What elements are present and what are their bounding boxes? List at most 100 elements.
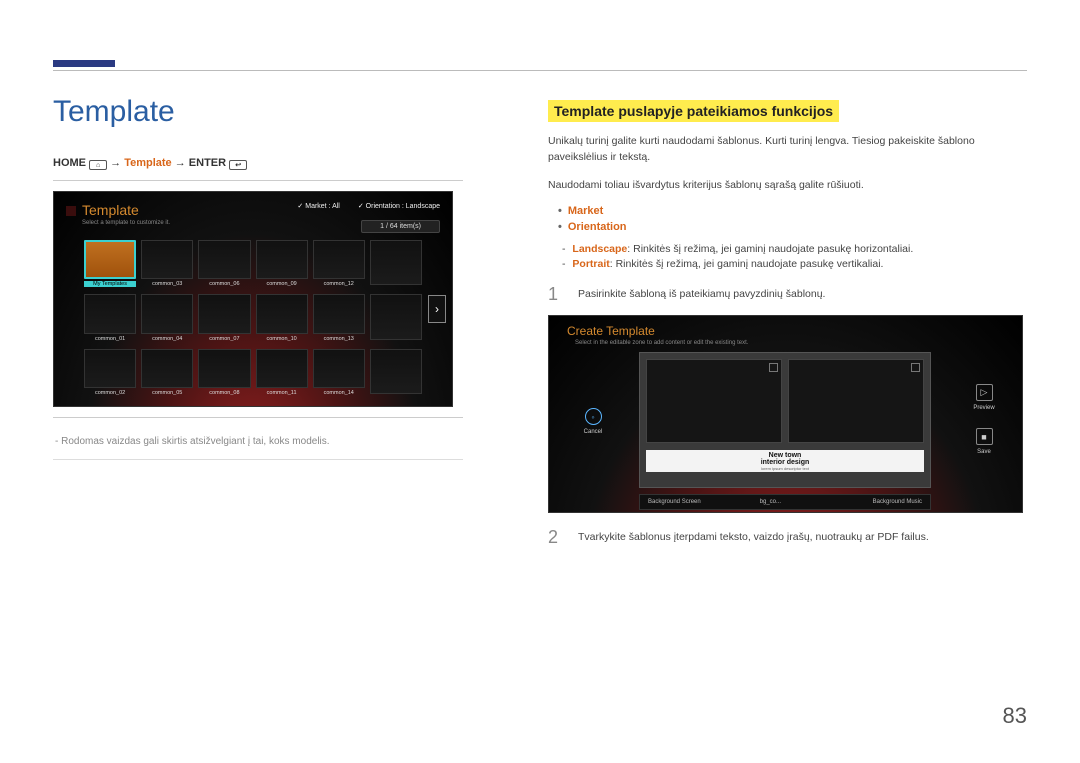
right-column: Template puslapyje pateikiamos funkcijos… [548, 100, 1027, 548]
template-cell[interactable]: common_06 [198, 240, 250, 287]
template-cell[interactable]: common_11 [256, 349, 308, 396]
cancel-icon: ◦ [585, 408, 602, 425]
template-label: common_04 [141, 336, 193, 342]
page-number: 83 [1003, 703, 1027, 729]
screenshot-template-grid: Template Select a template to customize … [53, 191, 453, 407]
filter-orientation[interactable]: Orientation : Landscape [358, 202, 440, 210]
next-arrow-button[interactable]: › [428, 295, 446, 323]
template-cell[interactable]: common_08 [198, 349, 250, 396]
screenshot-create-template: Create Template Select in the editable z… [548, 315, 1023, 513]
template-cell[interactable]: common_13 [313, 294, 365, 341]
zone-icon [911, 363, 920, 372]
nav-top-rule [53, 180, 463, 181]
template-thumb [313, 240, 365, 279]
template-cell[interactable]: common_07 [198, 294, 250, 341]
template-thumb [370, 240, 422, 285]
template-cell[interactable]: common_05 [141, 349, 193, 396]
nav-enter-label: ENTER [189, 157, 226, 169]
preview-label: Preview [973, 405, 994, 411]
cancel-button[interactable]: ◦ Cancel [573, 408, 613, 435]
shot2-title: Create Template [567, 324, 655, 338]
landscape-label: Landscape [572, 243, 627, 255]
landscape-text: : Rinkitės šį režimą, jei gaminį naudoja… [627, 243, 913, 255]
nav-arrow: → [110, 157, 121, 169]
bullet-orientation: Orientation [558, 221, 1027, 233]
template-thumb [198, 294, 250, 333]
template-cell[interactable]: common_04 [141, 294, 193, 341]
portrait-label: Portrait [572, 258, 609, 270]
template-thumb [198, 240, 250, 279]
filter-market[interactable]: Market : All [297, 202, 339, 210]
template-thumb [141, 240, 193, 279]
bg-music-label[interactable]: Background Music [797, 495, 930, 509]
template-label: common_11 [256, 390, 308, 396]
template-label: common_05 [141, 390, 193, 396]
nav-template: Template [124, 157, 171, 169]
shot1-filters: Market : All Orientation : Landscape [297, 202, 440, 210]
header-divider [53, 70, 1027, 71]
intro-paragraph: Unikalų turinį galite kurti naudodami ša… [548, 134, 1027, 166]
nav-arrow: → [175, 157, 186, 169]
template-canvas[interactable]: New town interior design lorem ipsum des… [639, 352, 931, 488]
step-2-number: 2 [548, 527, 562, 548]
template-grid: My Templatescommon_03common_06common_09c… [84, 240, 422, 396]
cancel-label: Cancel [584, 429, 603, 435]
template-cell[interactable]: common_03 [141, 240, 193, 287]
step-1-text: Pasirinkite šabloną iš pateikiamų pavyzd… [578, 284, 825, 305]
template-label: common_12 [313, 281, 365, 287]
footnote: Rodomas vaizdas gali skirtis atsižvelgia… [53, 436, 463, 447]
template-thumb [256, 294, 308, 333]
sub-portrait: Portrait: Rinkitės šį režimą, jei gaminį… [574, 258, 1027, 270]
template-thumb [370, 294, 422, 339]
template-thumb [313, 294, 365, 333]
template-thumb [141, 294, 193, 333]
template-cell[interactable]: common_09 [256, 240, 308, 287]
nav-home-label: HOME [53, 157, 86, 169]
template-thumb [256, 349, 308, 388]
template-cell[interactable]: common_10 [256, 294, 308, 341]
preview-icon: ▷ [976, 384, 993, 401]
template-label: common_02 [84, 390, 136, 396]
template-label: My Templates [84, 281, 136, 287]
image-zone-left[interactable] [646, 359, 782, 443]
template-label: common_09 [256, 281, 308, 287]
criteria-list: Market Orientation [558, 205, 1027, 233]
image-zone-right[interactable] [788, 359, 924, 443]
template-cell[interactable]: common_12 [313, 240, 365, 287]
template-label: common_07 [198, 336, 250, 342]
template-cell[interactable]: common_14 [313, 349, 365, 396]
template-thumb [141, 349, 193, 388]
shot2-subtitle: Select in the editable zone to add conte… [549, 340, 1022, 346]
save-button[interactable]: ■ Save [964, 428, 1004, 455]
template-cell[interactable] [370, 240, 422, 287]
save-label: Save [977, 449, 991, 455]
shot1-title: Template [82, 202, 139, 218]
template-thumb [256, 240, 308, 279]
text-zone[interactable]: New town interior design lorem ipsum des… [646, 450, 924, 472]
bg-screen-label[interactable]: Background Screen [640, 495, 715, 509]
template-label: common_14 [313, 390, 365, 396]
bg-screen-value[interactable]: bg_co... [715, 495, 798, 509]
zone-icon [769, 363, 778, 372]
template-cell[interactable] [370, 294, 422, 341]
preview-button[interactable]: ▷ Preview [964, 384, 1004, 411]
sub-landscape: Landscape: Rinkitės šį režimą, jei gamin… [574, 243, 1027, 255]
template-cell[interactable]: common_01 [84, 294, 136, 341]
save-icon: ■ [976, 428, 993, 445]
bullet-market: Market [558, 205, 1027, 217]
step-2-text: Tvarkykite šablonus įterpdami teksto, va… [578, 527, 929, 548]
footnote-rule [53, 459, 463, 460]
text-line-3: lorem ipsum descriptor text [646, 466, 924, 471]
template-cell[interactable]: common_02 [84, 349, 136, 396]
section-title: Template puslapyje pateikiamos funkcijos [548, 100, 839, 122]
portrait-text: : Rinkitės šį režimą, jei gaminį naudoja… [610, 258, 884, 270]
template-thumb [370, 349, 422, 394]
shot2-header: Create Template [549, 316, 1022, 340]
template-thumb [84, 240, 136, 279]
template-cell[interactable]: My Templates [84, 240, 136, 287]
template-thumb [198, 349, 250, 388]
left-column: Template HOME ⌂ → Template → ENTER ↩ Tem… [53, 95, 463, 460]
navigation-path: HOME ⌂ → Template → ENTER ↩ [53, 157, 463, 170]
sort-intro: Naudodami toliau išvardytus kriterijus š… [548, 178, 1027, 194]
template-cell[interactable] [370, 349, 422, 396]
